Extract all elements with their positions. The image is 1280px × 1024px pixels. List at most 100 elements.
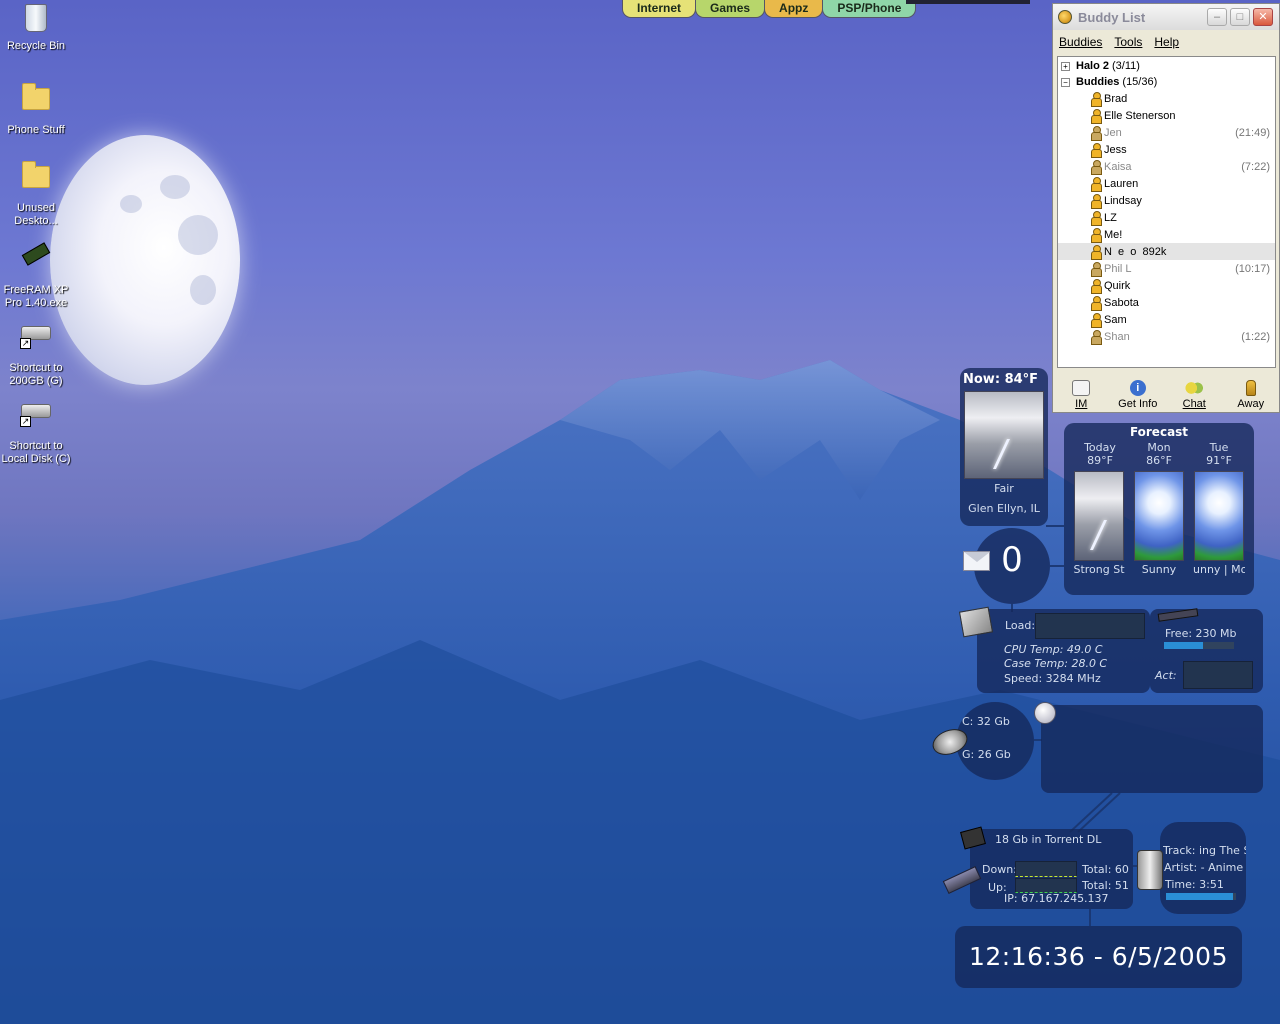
clock-panel: 12:16:36 - 6/5/2005 [955,926,1242,988]
buddy-item[interactable]: Brad [1058,90,1275,107]
weather-now-title: Now: 84°F [960,368,1048,387]
away-label: Away [1237,398,1265,410]
group-buddies[interactable]: − Buddies (15/36) [1058,74,1275,90]
get-info-button[interactable]: i Get Info [1113,380,1163,410]
ram-panel: Free: 230 Mb Act: [1150,608,1263,693]
sunny-weather-icon [1134,471,1184,561]
buddy-item[interactable]: Kaisa (7:22) [1058,158,1275,175]
clock-text: 12:16:36 - 6/5/2005 [969,942,1228,971]
collapse-icon[interactable]: − [1061,77,1070,87]
load-label: Load: [1005,619,1036,632]
menu-tools[interactable]: Tools [1114,35,1142,49]
group-halo2[interactable]: + Halo 2 (3/11) [1058,58,1275,74]
ql-tab-psp-phone[interactable]: PSP/Phone [822,0,917,18]
forecast-day: Mon [1147,441,1171,454]
buddy-idle-time: (21:49) [1235,126,1270,139]
desktop-icon-phone-stuff[interactable]: Phone Stuff [0,82,72,137]
buddy-icon [1090,227,1102,243]
buddy-name: Jess [1104,143,1127,156]
buddy-list-titlebar[interactable]: Buddy List – □ ✕ [1053,4,1279,30]
buddy-item[interactable]: Elle Stenerson [1058,107,1275,124]
music-progress-bar[interactable] [1166,893,1236,900]
storm-weather-icon [964,391,1044,479]
buddy-item[interactable]: Sam [1058,311,1275,328]
weather-location: Glen Ellyn, IL [968,502,1040,515]
group-name: Buddies [1076,76,1120,88]
buddy-icon [1090,193,1102,209]
buddy-idle-time: (7:22) [1241,160,1270,173]
buddy-item-selected[interactable]: N e o 892k [1058,243,1275,260]
chat-button[interactable]: Chat [1169,380,1219,410]
buddy-name: Me! [1104,228,1123,241]
buddy-item[interactable]: Phil L (10:17) [1058,260,1275,277]
buddy-name: Kaisa [1104,160,1132,173]
buddy-icon [1090,142,1102,158]
buddy-name: Sam [1104,313,1127,326]
free-ram: Free: 230 Mb [1165,627,1237,640]
buddy-item[interactable]: Jess [1058,141,1275,158]
buddy-icon [1090,210,1102,226]
hard-drive-icon: ↗ [20,404,52,436]
buddy-icon [1090,244,1102,260]
buddy-item[interactable]: Quirk [1058,277,1275,294]
shortcut-arrow-icon: ↗ [20,416,31,427]
im-button[interactable]: IM [1056,380,1106,410]
buddy-icon [1090,295,1102,311]
desktop-icon-shortcut-local-disk[interactable]: ↗ Shortcut to Local Disk (C) [0,394,72,466]
now-label: Now: [963,372,1001,387]
torrent-size: 18 Gb in Torrent DL [995,833,1102,846]
buddy-item[interactable]: Lauren [1058,175,1275,192]
forecast-temp: 89°F [1087,454,1113,467]
weather-now-panel: Now: 84°F Fair Glen Ellyn, IL [960,368,1048,526]
buddy-list-menubar: Buddies Tools Help [1053,30,1279,54]
buddy-item[interactable]: Lindsay [1058,192,1275,209]
download-graph [1015,861,1077,877]
music-artist: Artist: - Anime [1164,861,1244,874]
desktop-icon-shortcut-200gb[interactable]: ↗ Shortcut to 200GB (G) [0,316,72,388]
ip-address: IP: 67.167.245.137 [1004,892,1109,905]
disk-c: C: 32 Gb [962,715,1010,728]
expand-icon[interactable]: + [1061,61,1070,71]
close-button[interactable]: ✕ [1253,8,1273,26]
desktop-icon-label: Shortcut to Local Disk (C) [1,440,71,465]
buddy-item[interactable]: LZ [1058,209,1275,226]
minimize-button[interactable]: – [1207,8,1227,26]
buddy-tree[interactable]: + Halo 2 (3/11) − Buddies (15/36) Brad E… [1057,56,1276,368]
buddy-idle-icon [1090,261,1102,277]
buddy-icon [1090,91,1102,107]
forecast-day: Today [1084,441,1116,454]
ql-tab-appz[interactable]: Appz [764,0,824,18]
ql-tab-games[interactable]: Games [695,0,766,18]
buddy-name: Lauren [1104,177,1139,190]
desktop-icon-unused-desktop[interactable]: Unused Deskto... [0,160,72,228]
disk-widget [956,702,1034,780]
buddy-name: Shan [1104,330,1130,343]
buddy-name: LZ [1104,211,1117,224]
buddy-name: Elle Stenerson [1104,109,1176,122]
window-title: Buddy List [1078,9,1146,25]
weather-condition: Fair [994,482,1014,495]
buddy-name: Sabota [1104,296,1139,309]
menu-help[interactable]: Help [1154,35,1179,49]
desktop-icon-label: FreeRAM XP Pro 1.40.exe [3,284,69,309]
music-track: Track: ing The S [1163,844,1246,857]
desktop-icon-freeram[interactable]: FreeRAM XP Pro 1.40.exe [0,238,72,310]
quick-launch-bar: Internet Games Appz PSP/Phone [622,0,917,18]
ql-tab-internet[interactable]: Internet [622,0,697,18]
activity-label: Act: [1155,669,1177,682]
im-icon [1072,380,1091,396]
desktop-icon-recycle-bin[interactable]: Recycle Bin [0,2,72,53]
menu-buddies[interactable]: Buddies [1059,35,1102,49]
storm-weather-icon [1074,471,1124,561]
away-button[interactable]: Away [1226,380,1276,410]
sunny-weather-icon [1194,471,1244,561]
buddy-item[interactable]: Shan (1:22) [1058,328,1275,345]
case-temp: Case Temp: 28.0 C [1004,657,1108,670]
buddy-item[interactable]: Me! [1058,226,1275,243]
buddy-item[interactable]: Jen (21:49) [1058,124,1275,141]
desktop-icon-label: Recycle Bin [6,40,66,52]
buddy-item[interactable]: Sabota [1058,294,1275,311]
buddy-toolbar: IM i Get Info Chat Away [1053,370,1279,412]
maximize-button[interactable]: □ [1230,8,1250,26]
recycle-bin-icon [20,4,52,36]
